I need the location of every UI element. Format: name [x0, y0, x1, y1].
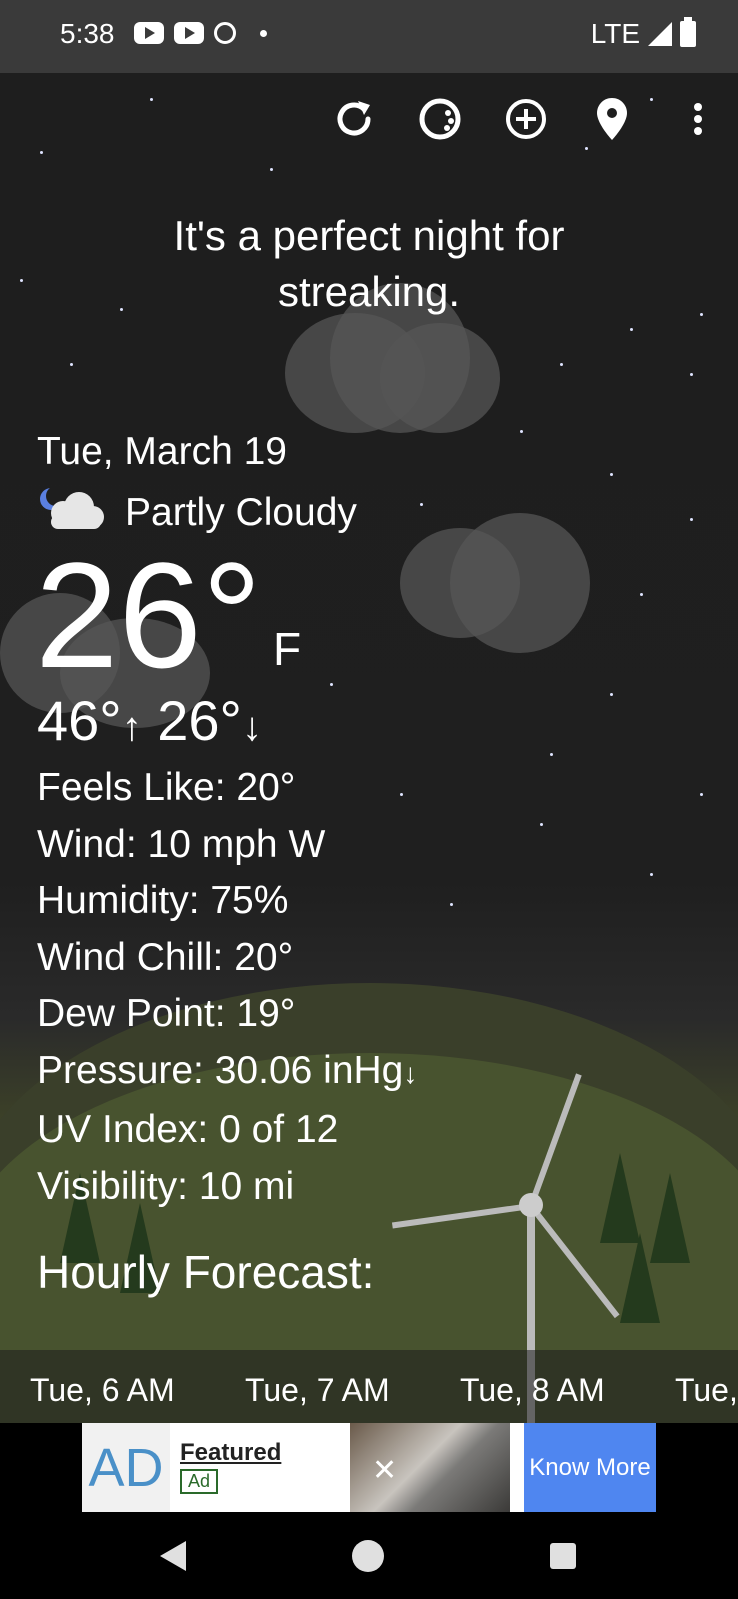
star — [330, 683, 333, 686]
refresh-icon[interactable] — [330, 95, 378, 143]
headline-line-1: It's a perfect night for — [173, 212, 565, 259]
status-bar: 5:38 LTE — [0, 0, 738, 73]
visibility: Visibility: 10 mi — [37, 1164, 295, 1208]
notification-dot-icon — [260, 29, 267, 37]
low-arrow-icon: ↓ — [241, 705, 262, 749]
star — [640, 593, 643, 596]
ad-badge: Ad — [180, 1469, 219, 1494]
star — [650, 873, 653, 876]
youtube-icon — [134, 22, 164, 44]
star — [610, 693, 613, 696]
status-system-icons: LTE — [590, 17, 696, 50]
pressure-row: Pressure: 30.06 inHg↓ — [37, 1043, 417, 1103]
alarm-icon — [214, 22, 236, 44]
weather-details: Feels Like: 20° Wind: 10 mph W Humidity:… — [37, 760, 417, 1215]
hourly-item[interactable]: Tue, — [675, 1372, 738, 1409]
star — [610, 473, 613, 476]
top-toolbar — [330, 95, 722, 143]
uv-index: UV Index: 0 of 12 — [37, 1108, 339, 1151]
star — [700, 793, 703, 796]
low-temperature: 26° — [157, 689, 242, 752]
star — [690, 373, 693, 376]
theme-icon[interactable] — [416, 95, 464, 143]
system-nav-bar — [0, 1513, 738, 1599]
dew-point: Dew Point: 19° — [37, 992, 296, 1035]
ad-know-more-button[interactable]: Know More — [518, 1423, 656, 1512]
ad-banner[interactable]: AD Featured Ad ✕ Know More — [82, 1423, 656, 1512]
ad-logo: AD — [82, 1423, 170, 1512]
hourly-item[interactable]: Tue, 7 AM — [245, 1372, 390, 1409]
home-icon[interactable] — [352, 1540, 384, 1572]
high-temperature: 46° — [37, 689, 122, 752]
current-temperature: 26° — [35, 531, 262, 699]
location-pin-icon[interactable] — [588, 95, 636, 143]
star — [690, 518, 693, 521]
signal-icon — [648, 22, 672, 46]
ad-area: AD Featured Ad ✕ Know More — [0, 1423, 738, 1513]
star — [270, 168, 273, 171]
ad-text: Featured Ad — [170, 1423, 350, 1512]
feels-like: Feels Like: 20° — [37, 766, 296, 809]
star — [585, 147, 588, 150]
star — [40, 151, 43, 154]
star — [520, 430, 523, 433]
temperature-unit: F — [273, 623, 302, 675]
star — [420, 503, 423, 506]
current-date: Tue, March 19 — [37, 430, 287, 473]
star — [560, 363, 563, 366]
ad-close-icon[interactable]: ✕ — [372, 1453, 397, 1488]
humidity: Humidity: 75% — [37, 879, 289, 922]
high-arrow-icon: ↑ — [121, 705, 142, 749]
wind-chill: Wind Chill: 20° — [37, 935, 294, 979]
ad-featured-label: Featured — [180, 1439, 282, 1466]
status-time: 5:38 — [60, 18, 115, 49]
cloud — [380, 323, 500, 433]
network-type: LTE — [590, 18, 640, 49]
status-notification-icons — [134, 22, 267, 44]
hourly-forecast-strip[interactable]: Tue, 6 AM Tue, 7 AM Tue, 8 AM Tue, — [0, 1350, 738, 1423]
weather-headline: It's a perfect night for streaking. — [0, 208, 738, 320]
more-options-icon[interactable] — [674, 95, 722, 143]
back-icon[interactable] — [160, 1541, 186, 1571]
star — [150, 98, 153, 101]
star — [450, 903, 453, 906]
star — [70, 363, 73, 366]
tree — [600, 1153, 640, 1243]
tree — [620, 1233, 660, 1323]
recents-icon[interactable] — [550, 1543, 576, 1569]
star — [630, 328, 633, 331]
star — [550, 753, 553, 756]
add-location-icon[interactable] — [502, 95, 550, 143]
wind: Wind: 10 mph W — [37, 822, 326, 866]
turbine-hub — [519, 1193, 543, 1217]
hourly-item[interactable]: Tue, 8 AM — [460, 1372, 605, 1409]
star — [540, 823, 543, 826]
ad-video-thumbnail[interactable]: ✕ — [350, 1423, 510, 1512]
battery-icon — [680, 17, 696, 47]
hourly-item[interactable]: Tue, 6 AM — [30, 1372, 175, 1409]
high-low-temperatures: 46°↑ 26°↓ — [37, 688, 262, 753]
cloud — [450, 513, 590, 653]
pressure-trend-icon: ↓ — [403, 1057, 418, 1089]
youtube-icon — [174, 22, 204, 44]
pressure: Pressure: 30.06 inHg — [37, 1048, 404, 1092]
headline-line-2: streaking. — [277, 268, 461, 315]
hourly-forecast-title: Hourly Forecast: — [37, 1246, 375, 1298]
condition-label: Partly Cloudy — [125, 491, 357, 534]
